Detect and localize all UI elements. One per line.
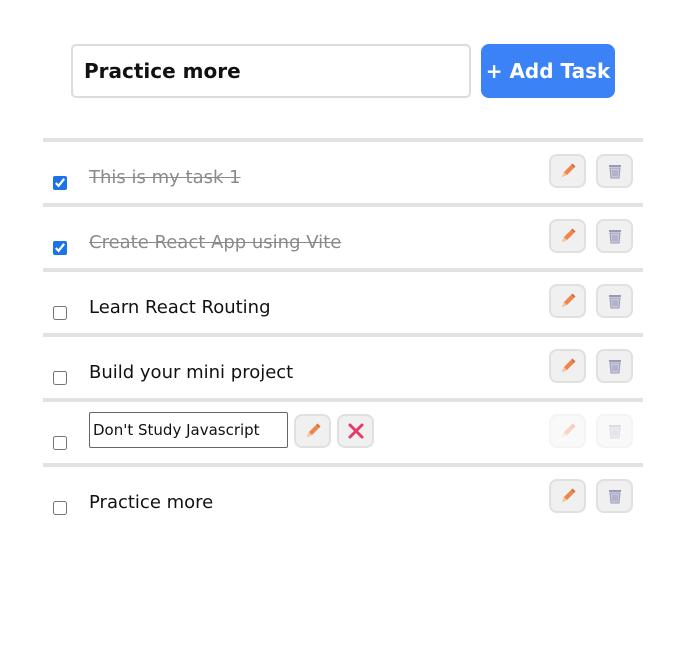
- task-checkbox[interactable]: [53, 176, 67, 190]
- task-row-editing: [43, 398, 643, 463]
- new-task-input[interactable]: [71, 44, 471, 98]
- task-checkbox[interactable]: [53, 436, 67, 450]
- task-row: Build your mini project: [43, 333, 643, 398]
- edit-task-button[interactable]: [549, 414, 586, 448]
- task-checkbox[interactable]: [53, 501, 67, 515]
- pencil-icon: [561, 488, 575, 502]
- delete-task-button[interactable]: [596, 219, 633, 253]
- delete-task-button[interactable]: [596, 154, 633, 188]
- pencil-icon: [561, 228, 575, 242]
- edit-task-button[interactable]: [549, 154, 586, 188]
- add-task-button[interactable]: + Add Task: [481, 44, 615, 98]
- delete-task-button[interactable]: [596, 349, 633, 383]
- cancel-edit-button[interactable]: [337, 414, 374, 448]
- pencil-icon: [561, 293, 575, 307]
- task-checkbox[interactable]: [53, 306, 67, 320]
- task-label: Build your mini project: [89, 362, 294, 383]
- pencil-icon: [561, 163, 575, 177]
- trash-icon: [608, 230, 621, 244]
- task-checkbox[interactable]: [53, 241, 67, 255]
- close-icon: [348, 423, 363, 439]
- todo-app: + Add Task This is my task 1 Create Reac…: [0, 0, 692, 651]
- task-label: Learn React Routing: [89, 297, 271, 318]
- edit-task-input[interactable]: [89, 412, 288, 448]
- task-label: Practice more: [89, 492, 214, 513]
- delete-task-button[interactable]: [596, 284, 633, 318]
- task-row: This is my task 1: [43, 138, 643, 203]
- pencil-icon: [561, 358, 575, 372]
- task-row: Practice more: [43, 463, 643, 524]
- task-checkbox[interactable]: [53, 371, 67, 385]
- trash-icon: [608, 295, 621, 309]
- edit-task-button[interactable]: [549, 349, 586, 383]
- delete-task-button[interactable]: [596, 479, 633, 513]
- edit-task-button[interactable]: [549, 219, 586, 253]
- task-label: Create React App using Vite: [89, 232, 342, 253]
- trash-icon: [608, 490, 621, 504]
- task-list: This is my task 1 Create React App using…: [43, 138, 643, 524]
- pencil-icon: [561, 423, 575, 437]
- task-row: Create React App using Vite: [43, 203, 643, 268]
- edit-task-button[interactable]: [549, 479, 586, 513]
- delete-task-button[interactable]: [596, 414, 633, 448]
- task-row: Learn React Routing: [43, 268, 643, 333]
- trash-icon: [608, 425, 621, 439]
- trash-icon: [608, 360, 621, 374]
- task-label: This is my task 1: [89, 167, 241, 188]
- pencil-icon: [306, 423, 320, 437]
- trash-icon: [608, 165, 621, 179]
- save-edit-button[interactable]: [294, 414, 331, 448]
- edit-task-button[interactable]: [549, 284, 586, 318]
